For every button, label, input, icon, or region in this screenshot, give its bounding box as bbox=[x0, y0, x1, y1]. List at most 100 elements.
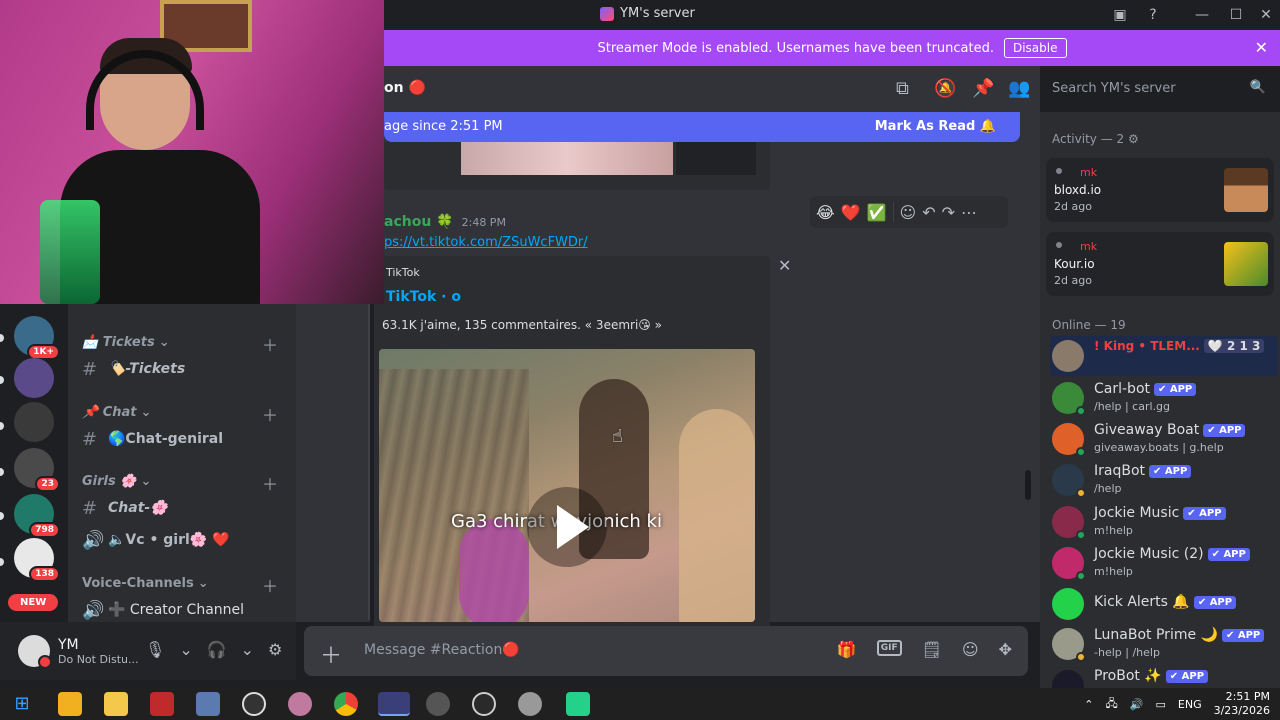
voice-channel-girl[interactable]: 🔊 🔈Vc • girl🌸 ❤️ bbox=[82, 526, 282, 554]
embed-video[interactable]: Ga3 chirat wayjonich ki bbox=[379, 349, 755, 622]
new-messages-bar[interactable]: age since 2:51 PM Mark As Read 🔔 bbox=[384, 112, 1020, 142]
emoji-icon[interactable]: ☺ bbox=[962, 640, 979, 659]
app-icon[interactable] bbox=[566, 692, 590, 716]
unread-pill bbox=[0, 468, 4, 476]
maximize-button[interactable]: ☐ bbox=[1224, 4, 1248, 26]
channel-tickets[interactable]: # 🏷️-Tickets bbox=[82, 355, 282, 383]
channel-girls-chat[interactable]: # Chat-🌸 bbox=[82, 494, 282, 522]
tray-chevron-icon[interactable]: ⌃ bbox=[1084, 698, 1093, 711]
reaction-check[interactable]: ✅ bbox=[867, 203, 887, 222]
attach-plus-icon[interactable]: ＋ bbox=[320, 638, 342, 670]
sticker-icon[interactable]: 🗒 bbox=[922, 640, 942, 659]
reply-icon[interactable]: ↶ bbox=[922, 203, 935, 222]
server-icon[interactable] bbox=[14, 358, 54, 398]
category-voice[interactable]: Voice-Channels ⌄ bbox=[82, 576, 209, 591]
network-icon[interactable]: 🖧 bbox=[1106, 695, 1118, 714]
previous-embed-image[interactable] bbox=[461, 142, 673, 175]
more-icon[interactable]: ⋯ bbox=[961, 203, 977, 222]
server-icon[interactable]: 1K+ bbox=[14, 316, 60, 360]
chat-scrollbar[interactable] bbox=[1025, 470, 1031, 500]
microphone-icon[interactable]: 🎙 bbox=[145, 640, 165, 659]
battery-icon[interactable]: ▭ bbox=[1155, 698, 1165, 711]
author-name[interactable]: achou 🍀 bbox=[384, 214, 454, 230]
channel-chat-geniral[interactable]: # 🌎Chat-geniral bbox=[82, 425, 282, 453]
inbox-icon[interactable]: ▣ bbox=[1108, 4, 1132, 26]
gif-icon[interactable]: GIF bbox=[876, 640, 902, 656]
app-icon[interactable] bbox=[472, 692, 496, 716]
store-icon[interactable] bbox=[58, 692, 82, 716]
threads-icon[interactable]: ⧉ bbox=[896, 78, 909, 99]
member-row[interactable]: IraqBot ✔ APP /help bbox=[1050, 460, 1278, 500]
app-badge: ✔ APP bbox=[1165, 669, 1209, 683]
message-link[interactable]: ps://vt.tiktok.com/ZSuWcFWDr/ bbox=[384, 235, 588, 250]
server-icon[interactable]: 23 bbox=[14, 448, 60, 492]
clock[interactable]: 2:51 PM 3/23/2026 bbox=[1214, 690, 1270, 718]
member-row[interactable]: LunaBot Prime 🌙 ✔ APP -help | /help bbox=[1050, 624, 1278, 664]
search-icon: 🔍 bbox=[1249, 80, 1266, 95]
steam-icon[interactable] bbox=[242, 692, 266, 716]
add-channel-icon[interactable]: ＋ bbox=[262, 573, 278, 597]
message-composer[interactable]: ＋ Message #Reaction🔴 🎁 GIF 🗒 ☺ ✥ bbox=[304, 626, 1028, 676]
language-indicator[interactable]: ENG bbox=[1178, 698, 1202, 711]
system-tray: ⌃ 🖧 🔊 ▭ ENG 2:51 PM 3/23/2026 bbox=[1084, 688, 1270, 720]
activity-card[interactable]: mk bloxd.io 2d ago bbox=[1046, 158, 1274, 222]
new-servers-badge[interactable]: NEW bbox=[8, 594, 59, 611]
member-row[interactable]: Kick Alerts 🔔 ✔ APP bbox=[1050, 584, 1278, 624]
server-icon[interactable]: 798 bbox=[14, 494, 60, 538]
chevron-down-icon[interactable]: ⌄ bbox=[179, 640, 192, 659]
member-row[interactable]: ProBot ✨ ✔ APP bbox=[1050, 666, 1278, 688]
user-info[interactable]: YM Do Not Distu... bbox=[58, 637, 139, 666]
app-icon[interactable] bbox=[518, 692, 542, 716]
add-channel-icon[interactable]: ＋ bbox=[262, 332, 278, 356]
add-channel-icon[interactable]: ＋ bbox=[262, 471, 278, 495]
voice-changer-icon[interactable] bbox=[150, 692, 174, 716]
headphones-icon[interactable]: 🎧 bbox=[207, 640, 227, 659]
member-row[interactable]: Jockie Music ✔ APP m!help bbox=[1050, 502, 1278, 542]
discord-icon[interactable] bbox=[378, 692, 410, 716]
mute-bell-icon[interactable]: 🔕 bbox=[934, 78, 956, 99]
app-icon[interactable] bbox=[288, 692, 312, 716]
pin-icon[interactable]: 📌 bbox=[972, 78, 994, 99]
category-chat[interactable]: 📌 Chat ⌄ bbox=[82, 405, 151, 420]
category-tickets[interactable]: 📩 Tickets ⌄ bbox=[82, 335, 170, 350]
play-icon[interactable] bbox=[527, 487, 607, 567]
activity-card[interactable]: mk Kour.io 2d ago bbox=[1046, 232, 1274, 296]
apps-icon[interactable]: ✥ bbox=[999, 640, 1012, 659]
embed-title[interactable]: TikTok · o bbox=[386, 289, 461, 305]
message-author[interactable]: achou 🍀 2:48 PM bbox=[384, 214, 506, 230]
member-row[interactable]: ! King • TLEM... 🤍 2 1 3 bbox=[1050, 336, 1278, 376]
mark-as-read-button[interactable]: Mark As Read 🔔 bbox=[875, 119, 996, 134]
channel-header: on 🔴 ⧉ 🔕 📌 👥 bbox=[384, 66, 1040, 112]
category-girls[interactable]: Girls 🌸 ⌄ bbox=[82, 474, 151, 489]
member-row[interactable]: Giveaway Boat ✔ APP giveaway.boats | g.he… bbox=[1050, 419, 1278, 459]
member-row[interactable]: Jockie Music (2) ✔ APP m!help bbox=[1050, 543, 1278, 583]
members-icon[interactable]: 👥 bbox=[1008, 78, 1030, 99]
server-icon[interactable] bbox=[14, 402, 54, 442]
remove-embed-icon[interactable]: ✕ bbox=[778, 256, 791, 275]
forward-icon[interactable]: ↷ bbox=[942, 203, 955, 222]
add-channel-icon[interactable]: ＋ bbox=[262, 402, 278, 426]
reaction-heart[interactable]: ❤️ bbox=[841, 203, 861, 222]
minimize-button[interactable]: — bbox=[1190, 4, 1214, 26]
close-window-button[interactable]: ✕ bbox=[1254, 4, 1278, 26]
chevron-down-icon[interactable]: ⌄ bbox=[241, 640, 254, 659]
windows-start-icon[interactable]: ⊞ bbox=[10, 692, 34, 716]
member-row[interactable]: Carl-bot ✔ APP /help | carl.gg bbox=[1050, 378, 1278, 418]
volume-icon[interactable]: 🔊 bbox=[1130, 698, 1144, 711]
add-reaction-icon[interactable]: ☺ bbox=[900, 203, 917, 222]
disable-streamer-button[interactable]: Disable bbox=[1003, 38, 1067, 58]
server-icon[interactable]: 138 bbox=[14, 538, 60, 582]
search-input[interactable]: Search YM's server 🔍 bbox=[1044, 76, 1272, 102]
file-explorer-icon[interactable] bbox=[104, 692, 128, 716]
voice-channel-creator[interactable]: 🔊 ➕ Creator Channel bbox=[82, 596, 282, 624]
gift-icon[interactable]: 🎁 bbox=[837, 640, 857, 659]
app-icon[interactable] bbox=[426, 692, 450, 716]
close-banner-icon[interactable]: ✕ bbox=[1255, 38, 1268, 57]
reaction-laugh[interactable]: 😂 bbox=[816, 203, 835, 222]
app-icon[interactable] bbox=[196, 692, 220, 716]
avatar[interactable] bbox=[18, 635, 52, 669]
gear-icon[interactable]: ⚙ bbox=[268, 640, 282, 659]
activity-user: mk bbox=[1080, 240, 1098, 253]
chrome-icon[interactable] bbox=[334, 692, 358, 716]
help-icon[interactable]: ? bbox=[1141, 4, 1165, 26]
